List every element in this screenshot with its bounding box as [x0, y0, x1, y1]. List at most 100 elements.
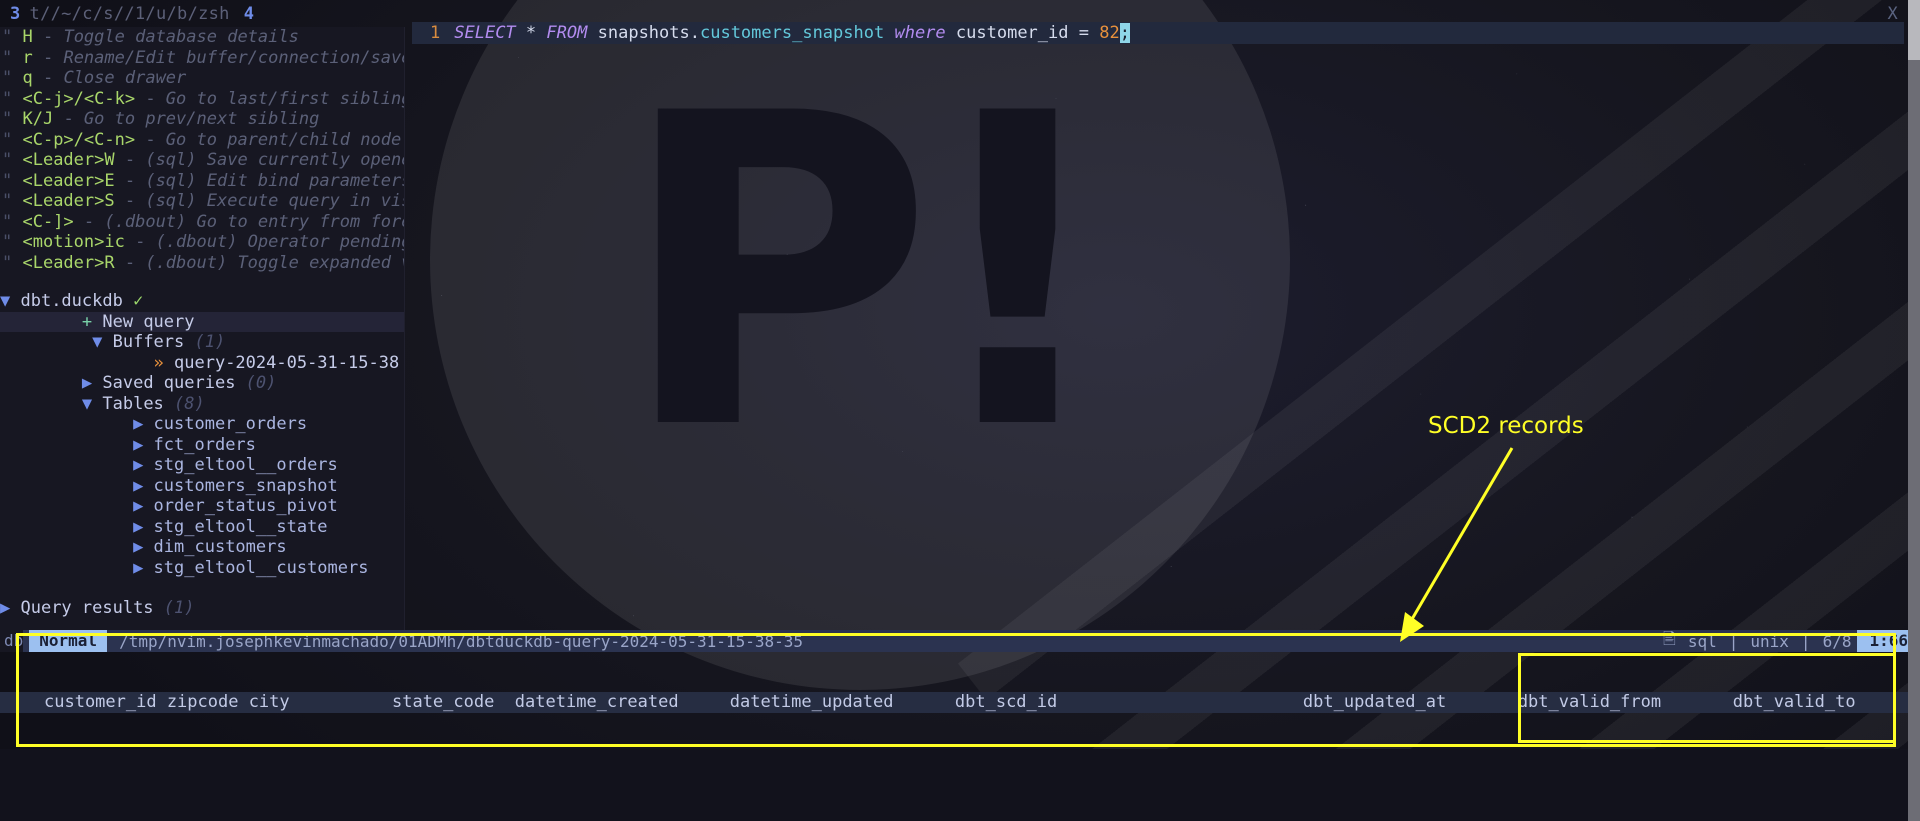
sidebar-item-table[interactable]: ▶ customer_orders	[0, 414, 404, 435]
tree-node-label[interactable]: customers_snapshot	[154, 476, 338, 496]
sql-token[interactable]: ;	[1119, 23, 1130, 43]
sql-token[interactable]	[946, 23, 956, 43]
sidebar-item-buffers[interactable]: ▼ Buffers (1)	[0, 332, 404, 353]
sql-token[interactable]: 82	[1099, 23, 1119, 43]
sidebar-item-table[interactable]: ▶ fct_orders	[0, 435, 404, 456]
editor-line-number: 1	[430, 23, 441, 43]
sql-token[interactable]: FROM	[546, 23, 587, 43]
tab-index[interactable]: 3	[0, 4, 21, 24]
sql-token[interactable]	[516, 23, 526, 43]
help-description: Toggle database details	[63, 27, 299, 47]
tree-caret-icon[interactable]: ▶	[133, 455, 153, 475]
help-quote-mark: "	[2, 27, 23, 47]
tab-path-label[interactable]: t//~/c/s//1/u/b/zsh	[21, 4, 230, 24]
sql-token[interactable]	[884, 23, 894, 43]
sidebar-item-table[interactable]: ▶ stg_eltool__orders	[0, 455, 404, 476]
help-quote-mark: "	[2, 109, 23, 129]
help-description: (.dbout) Toggle expanded v	[145, 252, 405, 273]
help-dash: -	[53, 109, 84, 129]
tree-node-label[interactable]: dbt.duckdb	[20, 291, 122, 311]
window-scrollbar-thumb[interactable]	[1908, 0, 1920, 60]
sidebar-item-table[interactable]: ▶ stg_eltool__state	[0, 517, 404, 538]
sql-token[interactable]: customers_snapshot	[700, 23, 884, 43]
help-hint-line: " <C-]> - (.dbout) Go to entry from fore	[0, 212, 404, 233]
query-results-grid[interactable]: customer_id zipcode city state_code date…	[0, 652, 1920, 742]
sql-token[interactable]: =	[1069, 23, 1100, 43]
sql-statement[interactable]: SELECT * FROM snapshots.customers_snapsh…	[454, 23, 1130, 43]
sidebar-item-table[interactable]: ▶ stg_eltool__customers	[0, 558, 404, 579]
sidebar-item-query-results[interactable]: ▶ Query results (1)	[0, 598, 195, 618]
tree-caret-icon[interactable]: ▼	[92, 332, 112, 352]
sql-token[interactable]: *	[526, 23, 536, 43]
close-icon[interactable]: X	[1887, 4, 1898, 24]
tree-caret-icon[interactable]: ▶	[82, 373, 102, 393]
sidebar-item-buffer[interactable]: » query-2024-05-31-15-38	[0, 353, 404, 374]
db-tree[interactable]: ▼ dbt.duckdb ✓ + New query ▼ Buffers (1)…	[0, 291, 404, 578]
tree-node-label[interactable]: order_status_pivot	[154, 496, 338, 516]
help-quote-mark: "	[2, 211, 23, 232]
help-keybinding: <Leader>R	[22, 252, 115, 273]
statusline-file-path: /tmp/nvim.josephkevinmachado/01ADMh/dbtd…	[119, 631, 803, 651]
sql-token[interactable]	[536, 23, 546, 43]
tree-node-label[interactable]: customer_orders	[154, 414, 308, 434]
file-icon: 🖹	[1662, 628, 1676, 648]
tree-caret-icon[interactable]: ▶	[133, 435, 153, 455]
tree-caret-icon[interactable]: ▶	[133, 537, 153, 557]
tree-caret-icon[interactable]: ▶	[133, 558, 153, 578]
db-drawer[interactable]: " H - Toggle database details " r - Renam…	[0, 27, 405, 630]
help-dash: -	[114, 252, 146, 273]
tab-index-2[interactable]: 4	[230, 4, 255, 24]
tree-node-count: (1)	[184, 332, 226, 352]
sidebar-item-table[interactable]: ▶ dim_customers	[0, 537, 404, 558]
results-header-row: customer_id zipcode city state_code date…	[0, 692, 1920, 713]
sql-token[interactable]: snapshots.	[598, 23, 700, 43]
tree-node-label[interactable]: fct_orders	[154, 435, 256, 455]
statusline-right-group: 🖹 sql | unix | 6/8 1:66	[1657, 628, 1920, 652]
help-description: (.dbout) Go to entry from fore	[104, 211, 405, 232]
tree-caret-icon[interactable]: ▶	[133, 414, 153, 434]
tree-caret-icon[interactable]: +	[82, 312, 102, 332]
sql-token[interactable]: where	[894, 23, 945, 43]
tree-caret-icon[interactable]: »	[154, 353, 174, 373]
help-hint-line: " <motion>ic - (.dbout) Operator pending	[0, 232, 404, 253]
sidebar-item-table[interactable]: ▶ customers_snapshot	[0, 476, 404, 497]
help-dash: -	[114, 170, 146, 191]
tree-caret-icon[interactable]: ▼	[82, 394, 102, 414]
sidebar-item-saved-queries[interactable]: ▶ Saved queries (0)	[0, 373, 404, 394]
sidebar-item-tables[interactable]: ▼ Tables (8)	[0, 394, 404, 415]
tree-node-label[interactable]: Tables	[102, 394, 163, 414]
window-scrollbar-track[interactable]	[1908, 0, 1920, 821]
query-results-label[interactable]: Query results	[20, 598, 153, 618]
tree-caret-icon[interactable]: ▼	[0, 291, 20, 311]
help-description: (.dbout) Operator pending	[155, 232, 405, 252]
help-hint-line: " <C-j>/<C-k> - Go to last/first sibling	[0, 89, 404, 110]
statusline-filetype: sql	[1687, 631, 1717, 651]
tree-caret-icon[interactable]: ▶	[133, 476, 153, 496]
tree-caret-icon[interactable]: ▶	[133, 517, 153, 537]
sql-token[interactable]: customer_id	[956, 23, 1069, 43]
results-header-cells: customer_id zipcode city state_code date…	[44, 692, 1920, 712]
tree-node-label[interactable]: stg_eltool__state	[154, 517, 328, 537]
tree-node-label[interactable]: stg_eltool__customers	[154, 558, 369, 578]
tree-node-label[interactable]: query-2024-05-31-15-38	[174, 353, 399, 373]
sql-editor-line[interactable]: 1 SELECT * FROM snapshots.customers_snap…	[412, 22, 1904, 44]
help-keybinding: <C-j>/<C-k>	[22, 88, 136, 109]
sidebar-item-table[interactable]: ▶ order_status_pivot	[0, 496, 404, 517]
sql-token[interactable]: SELECT	[454, 23, 515, 43]
tree-node-label[interactable]: dim_customers	[154, 537, 287, 557]
help-hints: " H - Toggle database details " r - Renam…	[0, 27, 404, 273]
sidebar-item-new-query[interactable]: + New query	[0, 311, 404, 332]
help-dash: -	[32, 27, 64, 47]
chevron-right-icon[interactable]: ▶	[0, 598, 20, 618]
tree-node-label[interactable]: New query	[102, 312, 194, 332]
tree-node-label[interactable]: Saved queries	[102, 373, 235, 393]
tree-caret-icon[interactable]: ▶	[133, 496, 153, 516]
sidebar-item-connection[interactable]: ▼ dbt.duckdb ✓	[0, 291, 404, 312]
tree-node-label[interactable]: stg_eltool__orders	[154, 455, 338, 475]
sql-token[interactable]	[587, 23, 597, 43]
tree-node-label[interactable]: Buffers	[113, 332, 185, 352]
help-dash: -	[124, 232, 156, 252]
